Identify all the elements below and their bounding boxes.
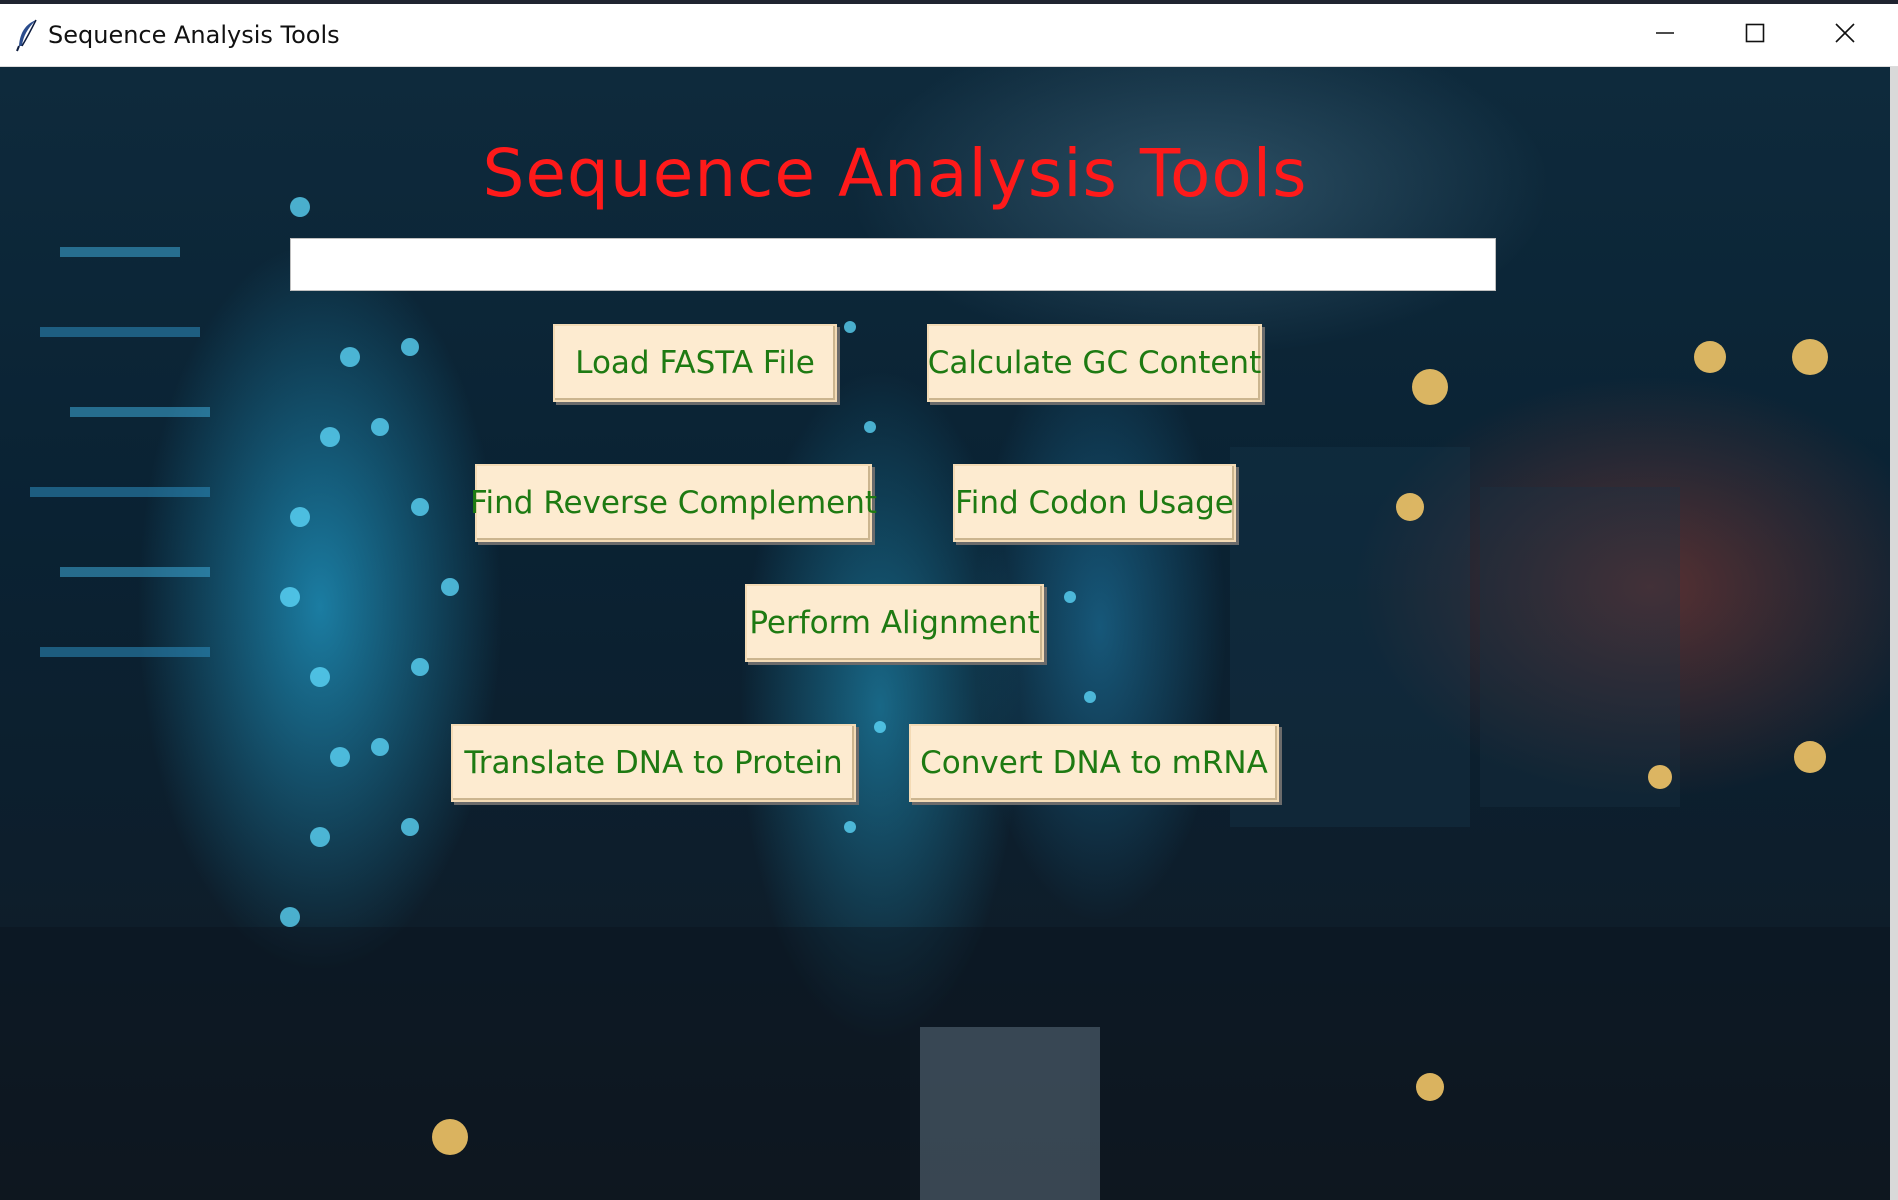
app-canvas: Sequence Analysis Tools Load FASTA File …: [0, 67, 1890, 1200]
sequence-input[interactable]: [290, 238, 1496, 291]
convert-mrna-button[interactable]: Convert DNA to mRNA: [909, 724, 1279, 802]
codon-usage-button[interactable]: Find Codon Usage: [953, 464, 1236, 542]
close-icon: [1834, 22, 1856, 48]
perform-alignment-button[interactable]: Perform Alignment: [745, 584, 1044, 662]
window-border: [1890, 67, 1898, 1200]
window-titlebar: Sequence Analysis Tools: [0, 4, 1898, 67]
translate-dna-button[interactable]: Translate DNA to Protein: [451, 724, 856, 802]
close-button[interactable]: [1800, 4, 1890, 66]
feather-icon: [14, 18, 42, 52]
reverse-complement-button[interactable]: Find Reverse Complement: [470, 464, 877, 542]
load-fasta-button[interactable]: Load FASTA File: [553, 324, 837, 402]
minimize-icon: [1655, 23, 1675, 47]
minimize-button[interactable]: [1620, 4, 1710, 66]
maximize-button[interactable]: [1710, 4, 1800, 66]
maximize-icon: [1745, 23, 1765, 47]
calculate-gc-content-button[interactable]: Calculate GC Content: [927, 324, 1262, 402]
window-title: Sequence Analysis Tools: [48, 21, 340, 49]
app-heading: Sequence Analysis Tools: [482, 135, 1308, 212]
